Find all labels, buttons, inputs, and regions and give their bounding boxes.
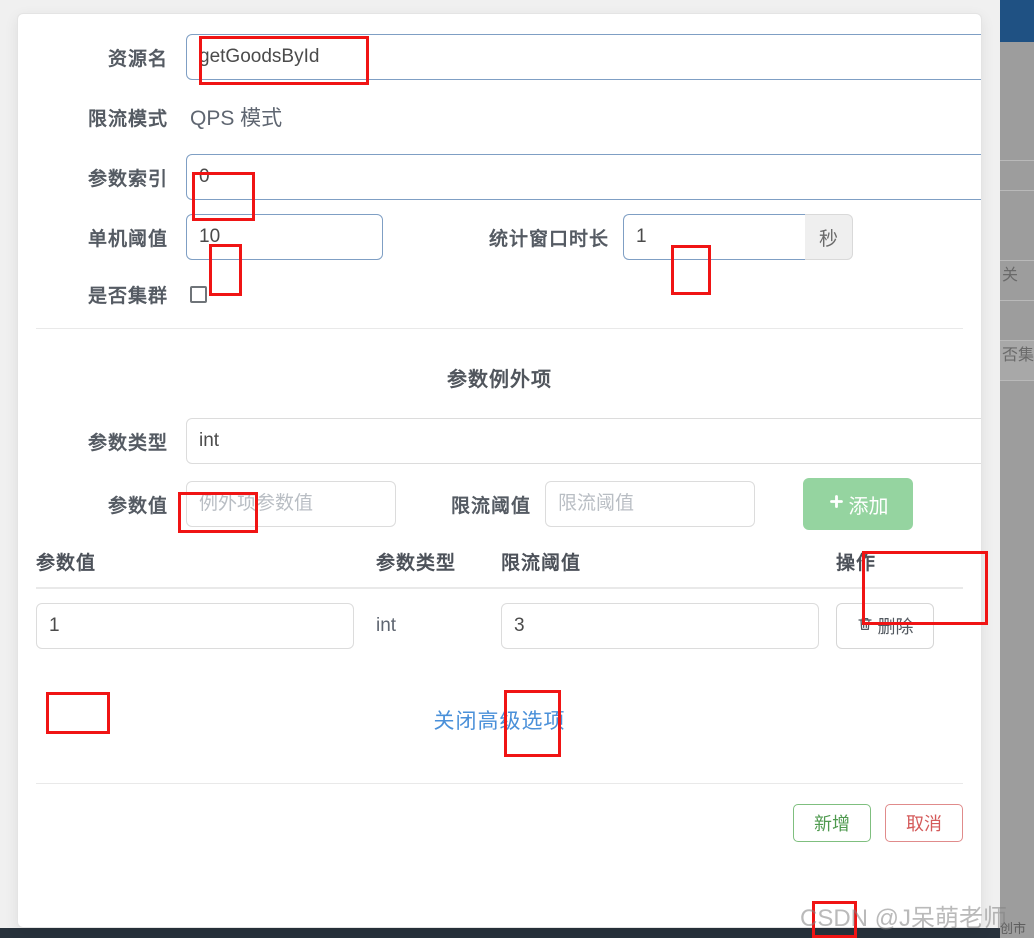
resource-name-input[interactable] [186,34,981,80]
label-single-threshold: 单机阈值 [87,228,168,250]
field-wrap-param-value: 限流阈值 添加 [186,478,963,530]
table-header-param-value: 参数值 [36,553,97,574]
single-threshold-input[interactable] [186,214,383,260]
background-right-header [1000,0,1034,42]
param-value-input[interactable] [186,481,396,527]
field-wrap-threshold-window: 统计窗口时长 秒 [186,214,963,260]
background-row-2 [1000,190,1034,220]
param-type-select-value[interactable] [186,418,981,464]
plus-icon [828,493,845,516]
section-divider [36,328,963,329]
window-duration-group: 秒 [623,214,854,260]
table-header-param-type: 参数类型 [376,553,457,574]
trash-icon [857,616,873,637]
field-wrap-param-index [186,154,981,200]
form-row-resource-name: 资源名 [36,34,981,80]
background-row-4 [1000,300,1034,340]
limit-threshold-input[interactable] [545,481,756,527]
delete-row-button[interactable]: 删除 [836,603,934,649]
table-cell-param-value [36,603,376,649]
label-param-type: 参数类型 [87,432,168,454]
table-cell-action: 删除 [836,603,963,649]
dialog-body: 资源名 限流模式 QPS 模式 参数索引 单机阈值 统计窗口时长 [18,14,981,314]
row-limit-threshold-input[interactable] [501,603,819,649]
label-flow-mode: 限流模式 [87,108,168,130]
add-button-label: 添加 [848,495,889,518]
form-row-threshold-and-window: 单机阈值 统计窗口时长 秒 [36,214,963,260]
window-duration-input[interactable] [623,214,806,260]
param-type-select[interactable] [186,418,981,464]
label-window-duration: 统计窗口时长 [489,228,610,250]
background-right-panel [1000,0,1034,938]
form-row-is-cluster: 是否集群 [36,274,963,314]
field-wrap-resource-name [186,34,981,80]
background-bottom-strip: 创市 [1000,920,1034,938]
form-row-flow-mode: 限流模式 QPS 模式 [36,94,963,140]
confirm-button[interactable]: 新增 [793,804,871,842]
table-header-action: 操作 [836,553,877,574]
is-cluster-checkbox[interactable] [190,285,207,303]
background-row-6 [1000,380,1034,410]
label-is-cluster: 是否集群 [87,285,168,307]
dialog-footer: 新增 取消 [18,784,981,842]
table-header-limit-threshold: 限流阈值 [501,553,582,574]
exception-section-title: 参数例外项 [447,369,552,391]
table-header-row: 参数值 参数类型 限流阈值 操作 [36,548,963,589]
form-row-param-value: 参数值 限流阈值 添加 [36,478,963,530]
background-row-1 [1000,160,1034,190]
exception-items-table: 参数值 参数类型 限流阈值 操作 int 删 [36,548,963,661]
table-row: int 删除 [36,589,963,661]
background-row-5: 否集 [1000,340,1034,380]
form-row-param-type: 参数类型 [36,418,981,464]
window-duration-unit: 秒 [805,214,854,260]
background-row-3: 关 [1000,260,1034,300]
field-wrap-is-cluster [186,285,963,303]
label-param-index: 参数索引 [87,168,168,190]
label-limit-threshold: 限流阈值 [451,495,532,517]
field-wrap-flow-mode: QPS 模式 [186,102,963,132]
label-resource-name: 资源名 [107,48,168,70]
close-advanced-options-link[interactable]: 关闭高级选项 [434,710,566,733]
add-exception-button[interactable]: 添加 [803,478,914,530]
table-cell-limit-threshold [501,603,836,649]
cancel-button[interactable]: 取消 [885,804,963,842]
table-cell-param-type: int [376,615,397,636]
flow-mode-value: QPS 模式 [190,107,283,130]
exception-section: 参数例外项 参数类型 参数值 限流阈值 [18,363,981,735]
label-param-value: 参数值 [107,495,168,517]
background-dark-bar [0,928,1000,938]
param-index-input[interactable] [186,154,981,200]
form-row-param-index: 参数索引 [36,154,981,200]
field-wrap-param-type [186,418,981,464]
delete-row-label: 删除 [877,617,914,637]
row-param-value-input[interactable] [36,603,354,649]
flow-rule-dialog: 资源名 限流模式 QPS 模式 参数索引 单机阈值 统计窗口时长 [17,13,982,928]
advanced-toggle-wrap: 关闭高级选项 [36,705,963,735]
